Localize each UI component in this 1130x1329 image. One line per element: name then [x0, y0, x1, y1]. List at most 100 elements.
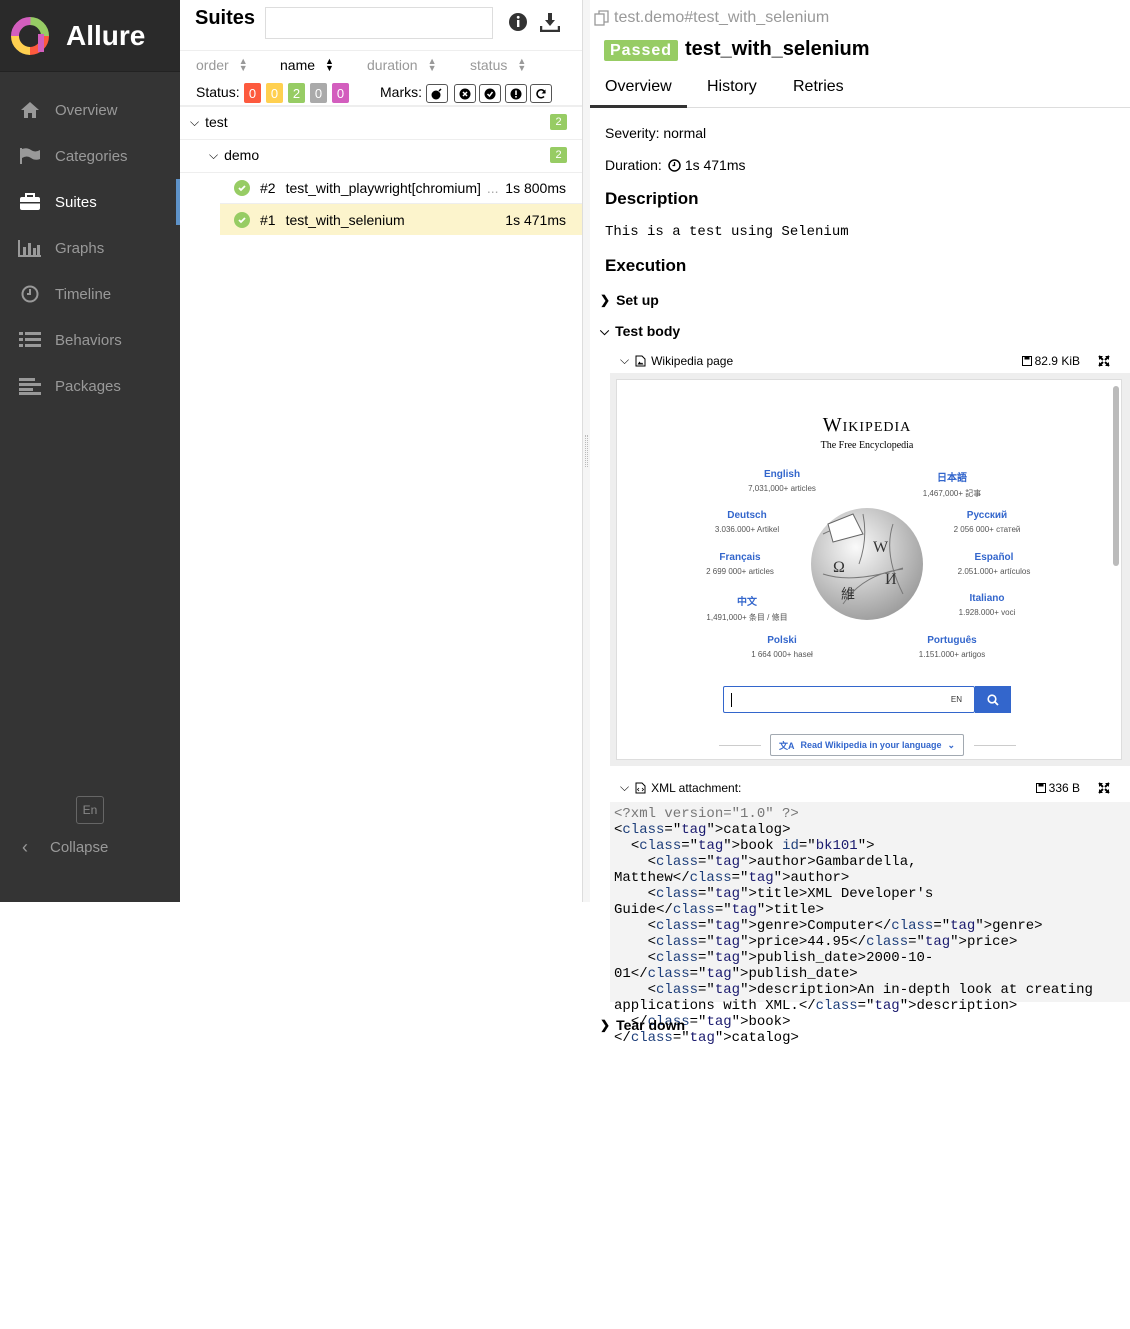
- sidebar-item-overview[interactable]: Overview: [0, 87, 180, 133]
- wikipedia-title: Wikipedia: [822, 414, 912, 436]
- xml-line: <class="tag">catalog>: [614, 822, 791, 838]
- tab-retries[interactable]: Retries: [793, 78, 844, 108]
- language-button[interactable]: En: [76, 796, 104, 824]
- splitter-grip[interactable]: [585, 435, 588, 467]
- tab-label: History: [707, 78, 757, 95]
- expand-icon[interactable]: [1098, 781, 1110, 794]
- step-test-body[interactable]: ⌵ Test body: [600, 323, 680, 339]
- detail-tabs: Overview History Retries: [590, 70, 1130, 108]
- suite-name: demo: [224, 147, 260, 163]
- xml-line: <class="tag">description>An in-depth loo…: [614, 982, 1102, 1014]
- mark-retries-button[interactable]: [530, 84, 552, 103]
- chevron-right-icon: ❯: [600, 1018, 611, 1032]
- status-failed-badge[interactable]: 0: [244, 83, 261, 103]
- status-passed-badge[interactable]: 2: [288, 83, 305, 103]
- lang-english[interactable]: English 7,031,000+ articles: [722, 469, 842, 493]
- info-icon[interactable]: [508, 12, 528, 32]
- wikipedia-search-button[interactable]: [975, 686, 1011, 713]
- tab-overview[interactable]: Overview: [590, 78, 687, 108]
- language-select[interactable]: EN: [951, 695, 962, 704]
- step-setup[interactable]: ❯ Set up: [600, 292, 659, 308]
- read-in-your-language-button[interactable]: 文A Read Wikipedia in your language ⌄: [770, 734, 964, 756]
- lang-name: Deutsch: [727, 510, 767, 521]
- sidebar-item-packages[interactable]: Packages: [0, 363, 180, 409]
- lang-japanese[interactable]: 日本語 1,467,000+ 記事: [892, 469, 1012, 499]
- mark-new-failed-button[interactable]: [454, 84, 476, 103]
- attachment-name: XML attachment:: [651, 780, 742, 795]
- sidebar-item-label: Timeline: [55, 285, 112, 303]
- lang-portuguese[interactable]: Português 1.151.000+ artigos: [892, 635, 1012, 659]
- lang-chinese[interactable]: 中文 1,491,000+ 条目 / 條目: [687, 593, 807, 623]
- lang-count: 1,491,000+ 条目 / 條目: [706, 613, 788, 622]
- sort-order-label: order: [196, 57, 229, 73]
- xml-line: <class="tag">price>44.95</class="tag">pr…: [614, 934, 1018, 950]
- tab-label: Retries: [793, 78, 844, 95]
- sidebar-item-graphs[interactable]: Graphs: [0, 225, 180, 271]
- lang-spanish[interactable]: Español 2.051.000+ artículos: [934, 552, 1054, 576]
- sidebar-item-categories[interactable]: Categories: [0, 133, 180, 179]
- sidebar-item-timeline[interactable]: Timeline: [0, 271, 180, 317]
- lang-name: Italiano: [969, 593, 1005, 604]
- pane-splitter[interactable]: [582, 0, 590, 902]
- chevron-down-icon: ⌄: [947, 739, 955, 750]
- status-broken-badge[interactable]: 0: [266, 83, 283, 103]
- lang-count: 1.151.000+ artigos: [918, 650, 986, 659]
- tree-suite-demo[interactable]: ⌵ demo 2: [209, 139, 582, 171]
- sort-arrows-icon: ▲ ▼: [427, 56, 437, 73]
- list-icon: [18, 328, 42, 352]
- clock-icon: [668, 158, 681, 172]
- test-name: test_with_playwright[chromium]: [285, 179, 481, 196]
- sidebar-item-label: Suites: [55, 193, 97, 211]
- sidebar-item-suites[interactable]: Suites: [0, 179, 180, 225]
- lang-count: 7,031,000+ articles: [748, 484, 816, 493]
- lang-french[interactable]: Français 2 699 000+ articles: [680, 552, 800, 576]
- search-icon: [987, 693, 999, 706]
- divider: [719, 745, 761, 746]
- scrollbar[interactable]: [1113, 386, 1119, 566]
- wikipedia-search-input[interactable]: EN: [723, 686, 975, 713]
- test-path-text: test.demo#test_with_selenium: [614, 9, 830, 26]
- download-icon[interactable]: [540, 12, 560, 32]
- lang-german[interactable]: Deutsch 3.036.000+ Artikel: [687, 510, 807, 534]
- test-row-playwright[interactable]: #2 test_with_playwright[chromium] ... 1s…: [220, 172, 582, 203]
- lang-polish[interactable]: Polski 1 664 000+ haseł: [722, 635, 842, 659]
- mark-flaky-button[interactable]: [426, 84, 448, 103]
- attachment-wikipedia-header[interactable]: ⌵ Wikipedia page 82.9 KiB: [620, 353, 1120, 368]
- sidebar: Allure Overview Categories Suites Graphs…: [0, 0, 180, 902]
- step-teardown[interactable]: ❯ Tear down: [600, 1017, 685, 1033]
- attachment-size: 336 B: [1035, 781, 1080, 795]
- test-detail-pane: test.demo#test_with_selenium Passed test…: [590, 0, 1130, 1329]
- sort-status[interactable]: status ▲ ▼: [470, 57, 526, 74]
- search-input[interactable]: [265, 7, 493, 39]
- attachment-size: 82.9 KiB: [1021, 354, 1080, 368]
- expand-icon[interactable]: [1098, 354, 1110, 367]
- briefcase-icon: [18, 190, 42, 214]
- copy-icon[interactable]: [594, 10, 610, 26]
- lang-russian[interactable]: Русский 2 056 000+ статей: [927, 510, 1047, 534]
- sidebar-item-behaviors[interactable]: Behaviors: [0, 317, 180, 363]
- mark-new-passed-button[interactable]: [479, 84, 501, 103]
- tree-suite-test[interactable]: ⌵ test 2: [190, 106, 582, 138]
- sort-duration[interactable]: duration ▲ ▼: [367, 56, 437, 74]
- step-label: Set up: [616, 292, 659, 308]
- brand[interactable]: Allure: [0, 0, 180, 72]
- test-row-selenium[interactable]: #1 test_with_selenium 1s 471ms: [220, 204, 582, 235]
- collapse-button[interactable]: ‹ Collapse: [0, 832, 108, 862]
- save-icon: [1021, 355, 1032, 366]
- bar-chart-icon: [18, 236, 42, 260]
- flag-icon: [18, 144, 42, 168]
- status-skipped-badge[interactable]: 0: [310, 83, 327, 103]
- sort-name[interactable]: name ▲ ▼: [280, 57, 334, 74]
- wikipedia-screenshot: Wikipedia The Free Encyclopedia English 7…: [610, 373, 1130, 766]
- tab-history[interactable]: History: [707, 78, 757, 108]
- attachment-xml-header[interactable]: ⌵ XML attachment: 336 B: [620, 780, 1120, 795]
- duration: Duration: 1s 471ms: [605, 157, 746, 173]
- sort-name-label: name: [280, 57, 316, 73]
- xml-line: <class="tag">author>Gambardella, Matthew…: [614, 854, 925, 886]
- sort-order[interactable]: order ▲ ▼: [196, 56, 248, 74]
- sort-arrows-icon: ▲ ▼: [238, 56, 248, 73]
- lang-italian[interactable]: Italiano 1.928.000+ voci: [927, 593, 1047, 617]
- lang-count: 1,467,000+ 記事: [922, 489, 982, 498]
- mark-new-broken-button[interactable]: [505, 84, 527, 103]
- status-unknown-badge[interactable]: 0: [332, 83, 349, 103]
